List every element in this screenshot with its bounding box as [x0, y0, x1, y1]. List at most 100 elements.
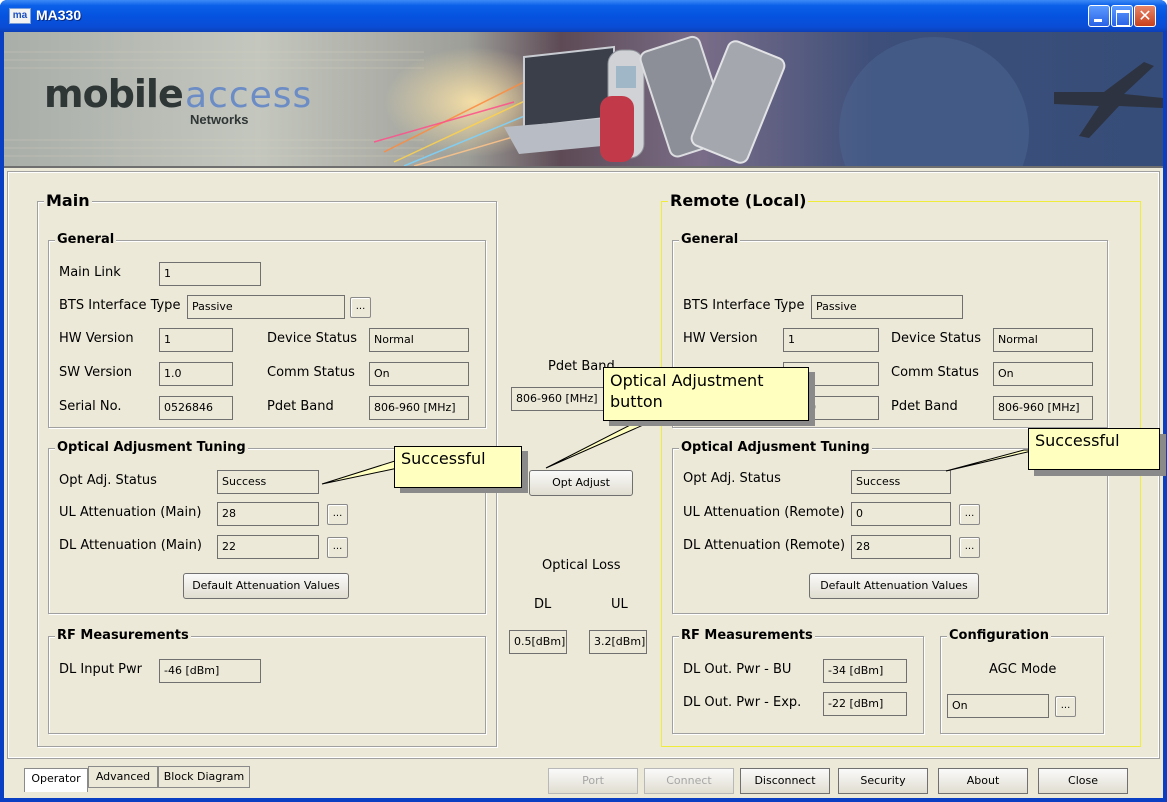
- main-opt-status-label: Opt Adj. Status: [59, 473, 157, 488]
- remote-bts-label: BTS Interface Type: [683, 298, 805, 313]
- close-button[interactable]: Close: [1038, 768, 1128, 794]
- callout-main-text: Successful: [401, 449, 486, 468]
- main-device-status-field: Normal: [369, 328, 469, 352]
- main-serial-label: Serial No.: [59, 399, 122, 414]
- main-ul-attenuation-label: UL Attenuation (Main): [59, 505, 202, 520]
- main-bts-label: BTS Interface Type: [59, 298, 181, 313]
- agc-mode-label: AGC Mode: [989, 662, 1057, 677]
- connect-button[interactable]: Connect: [644, 768, 734, 794]
- maximize-button[interactable]: [1111, 5, 1133, 27]
- minimize-button[interactable]: [1088, 5, 1110, 27]
- main-ul-ellipsis-button[interactable]: ...: [327, 504, 348, 525]
- remote-bu-label: DL Out. Pwr - BU: [683, 662, 792, 677]
- app-icon: ma: [9, 8, 31, 24]
- app-window: ma MA330 ✕ mobile access Networks Main G…: [0, 0, 1167, 802]
- agc-mode-ellipsis-button[interactable]: ...: [1055, 696, 1076, 717]
- remote-optical-title: Optical Adjusment Tuning: [679, 440, 872, 455]
- remote-hw-field: 1: [783, 328, 879, 352]
- agc-mode-field: On: [947, 694, 1049, 718]
- main-sw-label: SW Version: [59, 365, 133, 380]
- remote-exp-label: DL Out. Pwr - Exp.: [683, 695, 802, 710]
- main-hw-label: HW Version: [59, 331, 134, 346]
- main-dl-attenuation-field: 22: [217, 535, 319, 559]
- main-link-field: 1: [159, 262, 261, 286]
- main-dl-ellipsis-button[interactable]: ...: [327, 537, 348, 558]
- port-button[interactable]: Port: [548, 768, 638, 794]
- close-icon: ✕: [1138, 6, 1152, 25]
- bottom-bar: Operator Advanced Block Diagram Port Con…: [4, 760, 1163, 800]
- remote-bts-field: Passive: [811, 295, 963, 319]
- remote-general-title: General: [679, 232, 741, 247]
- remote-dl-attenuation-label: DL Attenuation (Remote): [683, 538, 846, 553]
- opt-adjust-button[interactable]: Opt Adjust: [529, 470, 633, 496]
- main-default-attenuation-button[interactable]: Default Attenuation Values: [183, 573, 349, 599]
- remote-device-status-field: Normal: [993, 328, 1093, 352]
- remote-pdet-label: Pdet Band: [891, 399, 958, 414]
- logo-networks-text: Networks: [190, 112, 249, 127]
- main-general-title: General: [55, 232, 117, 247]
- remote-comm-status-label: Comm Status: [891, 365, 979, 380]
- remote-rf-group: RF Measurements DL Out. Pwr - BU -34 [dB…: [672, 628, 924, 734]
- main-bts-ellipsis-button[interactable]: ...: [350, 297, 371, 318]
- about-button[interactable]: About: [938, 768, 1028, 794]
- close-window-button[interactable]: ✕: [1134, 5, 1156, 27]
- logo-mobile-text: mobile: [44, 72, 184, 116]
- security-button[interactable]: Security: [838, 768, 928, 794]
- main-ul-attenuation-field: 28: [217, 502, 319, 526]
- main-comm-status-label: Comm Status: [267, 365, 355, 380]
- main-dl-input-field: -46 [dBm]: [159, 659, 261, 683]
- center-pdet-field: 806-960 [MHz]: [511, 387, 607, 411]
- remote-ul-attenuation-field: 0: [851, 502, 951, 526]
- callout-main-successful: Successful: [394, 446, 522, 488]
- callout-opt-line1: Optical Adjustment: [610, 371, 764, 390]
- callout-remote-text: Successful: [1035, 431, 1120, 450]
- main-dl-attenuation-label: DL Attenuation (Main): [59, 538, 202, 553]
- header-banner: mobile access Networks: [4, 32, 1163, 166]
- callout-opt-adjust: Optical Adjustment button: [603, 367, 809, 421]
- title-bar[interactable]: ma MA330 ✕: [0, 0, 1167, 32]
- main-title: Main: [44, 191, 92, 210]
- main-device-status-label: Device Status: [267, 331, 358, 346]
- callout-opt-line2: button: [610, 392, 663, 411]
- remote-ul-ellipsis-button[interactable]: ...: [959, 504, 980, 525]
- tab-block-diagram[interactable]: Block Diagram: [158, 766, 250, 788]
- remote-rf-title: RF Measurements: [679, 628, 815, 643]
- remote-pdet-field: 806-960 [MHz]: [993, 396, 1093, 420]
- remote-config-title: Configuration: [947, 628, 1051, 643]
- remote-title: Remote (Local): [668, 191, 809, 210]
- main-rf-title: RF Measurements: [55, 628, 191, 643]
- client-area: Main General Main Link 1 BTS Interface T…: [4, 166, 1166, 800]
- optical-loss-dl-field: 0.5[dBm]: [509, 630, 567, 654]
- remote-ul-attenuation-label: UL Attenuation (Remote): [683, 505, 845, 520]
- disconnect-button[interactable]: Disconnect: [740, 768, 830, 794]
- remote-dl-ellipsis-button[interactable]: ...: [959, 537, 980, 558]
- optical-loss-ul-label: UL: [611, 597, 628, 612]
- remote-exp-field: -22 [dBm]: [823, 692, 907, 716]
- main-optical-title: Optical Adjusment Tuning: [55, 440, 248, 455]
- main-general-group: General Main Link 1 BTS Interface Type P…: [48, 232, 486, 428]
- optical-loss-label: Optical Loss: [542, 558, 621, 573]
- main-pdet-label: Pdet Band: [267, 399, 334, 414]
- logo-access-text: access: [185, 75, 313, 116]
- main-serial-field: 0526846: [159, 396, 233, 420]
- main-comm-status-field: On: [369, 362, 469, 386]
- main-pdet-field: 806-960 [MHz]: [369, 396, 469, 420]
- main-link-label: Main Link: [59, 265, 121, 280]
- remote-device-status-label: Device Status: [891, 331, 982, 346]
- main-rf-group: RF Measurements DL Input Pwr -46 [dBm]: [48, 628, 486, 734]
- main-dl-input-label: DL Input Pwr: [59, 662, 142, 677]
- operator-panel: Main General Main Link 1 BTS Interface T…: [7, 171, 1160, 759]
- mobileaccess-logo: mobile access Networks: [44, 72, 344, 132]
- optical-loss-dl-label: DL: [534, 597, 552, 612]
- remote-dl-attenuation-field: 28: [851, 535, 951, 559]
- remote-hw-label: HW Version: [683, 331, 758, 346]
- window-title: MA330: [36, 7, 82, 23]
- tab-advanced[interactable]: Advanced: [88, 766, 158, 788]
- remote-bu-field: -34 [dBm]: [823, 659, 907, 683]
- optical-loss-ul-field: 3.2[dBm]: [589, 630, 647, 654]
- main-bts-field: Passive: [187, 295, 345, 319]
- tab-operator[interactable]: Operator: [24, 768, 88, 792]
- remote-default-attenuation-button[interactable]: Default Attenuation Values: [809, 573, 979, 599]
- callout-remote-successful: Successful: [1028, 428, 1160, 470]
- main-hw-field: 1: [159, 328, 233, 352]
